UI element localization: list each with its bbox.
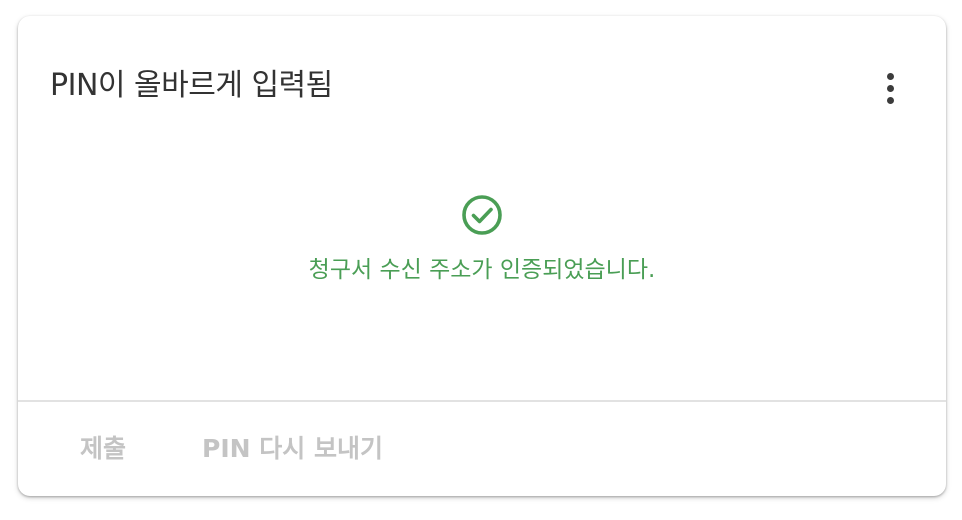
verification-status: 청구서 수신 주소가 인증되었습니다. (18, 194, 946, 286)
more-vertical-icon-dot (886, 84, 894, 92)
check-circle-icon (462, 195, 502, 235)
card-title: PIN이 올바르게 입력됨 (50, 68, 333, 103)
card-actions: 제출 PIN 다시 보내기 (18, 402, 946, 496)
resend-pin-button[interactable]: PIN 다시 보내기 (202, 432, 383, 466)
more-vertical-icon (886, 72, 894, 80)
submit-button[interactable]: 제출 (80, 432, 126, 466)
status-message: 청구서 수신 주소가 인증되었습니다. (308, 257, 656, 283)
pin-verified-card: PIN이 올바르게 입력됨 청구서 수신 주소가 인증되었습니다. 제출 PIN… (18, 16, 946, 496)
more-options-button[interactable] (870, 66, 910, 110)
more-vertical-icon-dot (886, 96, 894, 104)
